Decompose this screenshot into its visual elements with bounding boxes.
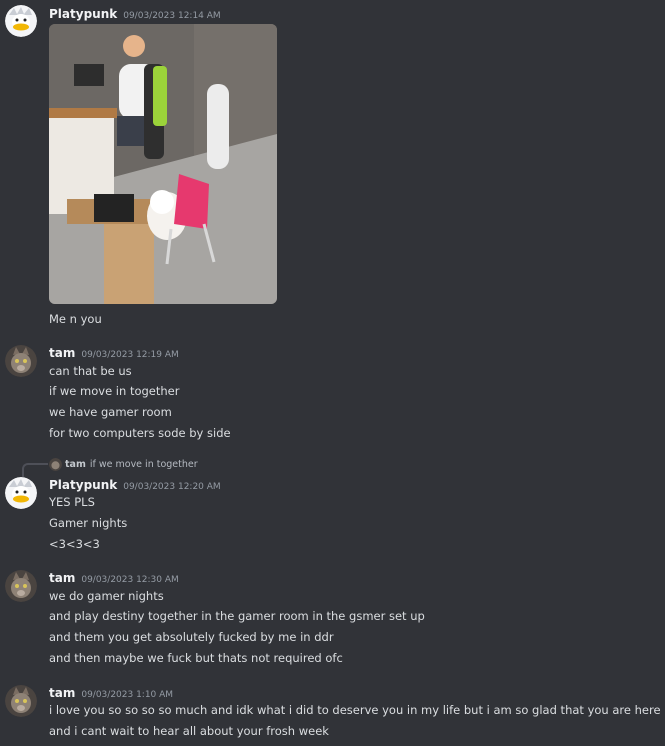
user-avatar-duck[interactable] (5, 477, 37, 509)
username[interactable]: tam (49, 571, 75, 585)
message-header: Platypunk 09/03/2023 12:20 AM (49, 478, 221, 492)
reply-avatar-cat (49, 458, 62, 471)
message-header: Platypunk 09/03/2023 12:14 AM (49, 7, 221, 21)
message-text: <3<3<3 (49, 537, 100, 551)
message-header: tam 09/03/2023 12:19 AM (49, 346, 179, 360)
reply-connector (22, 463, 48, 477)
username[interactable]: tam (49, 346, 75, 360)
message-text: Me n you (49, 312, 102, 326)
message-text: if we move in together (49, 384, 180, 398)
message-text: i love you so so so so much and idk what… (49, 703, 661, 717)
username[interactable]: Platypunk (49, 478, 117, 492)
message-text: and then maybe we fuck but thats not req… (49, 651, 343, 665)
reply-username[interactable]: tam (65, 459, 86, 470)
chat-message-list: Platypunk 09/03/2023 12:14 AM Me n you t… (0, 0, 665, 746)
user-avatar-duck[interactable] (5, 5, 37, 37)
user-avatar-cat[interactable] (5, 345, 37, 377)
message-text: Gamer nights (49, 516, 128, 530)
user-avatar-cat[interactable] (5, 685, 37, 717)
message-text: and them you get absolutely fucked by me… (49, 630, 334, 644)
message-text: we do gamer nights (49, 589, 164, 603)
message-text: can that be us (49, 364, 132, 378)
image-attachment[interactable] (49, 24, 277, 304)
username[interactable]: Platypunk (49, 7, 117, 21)
timestamp: 09/03/2023 12:20 AM (123, 482, 221, 492)
message-text: we have gamer room (49, 405, 172, 419)
username[interactable]: tam (49, 686, 75, 700)
message-text: for two computers sode by side (49, 426, 231, 440)
message-header: tam 09/03/2023 12:30 AM (49, 571, 179, 585)
message-header: tam 09/03/2023 1:10 AM (49, 686, 173, 700)
reply-text: if we move in together (89, 459, 198, 470)
timestamp: 09/03/2023 1:10 AM (81, 690, 174, 700)
user-avatar-cat[interactable] (5, 570, 37, 602)
timestamp: 09/03/2023 12:30 AM (81, 575, 179, 585)
timestamp: 09/03/2023 12:19 AM (81, 350, 179, 360)
message-text: and play destiny together in the gamer r… (49, 609, 425, 623)
message-text: and i cant wait to hear all about your f… (49, 724, 329, 738)
message-text: YES PLS (49, 495, 95, 509)
reply-preview[interactable]: tam if we move in together (49, 458, 198, 471)
timestamp: 09/03/2023 12:14 AM (123, 11, 221, 21)
